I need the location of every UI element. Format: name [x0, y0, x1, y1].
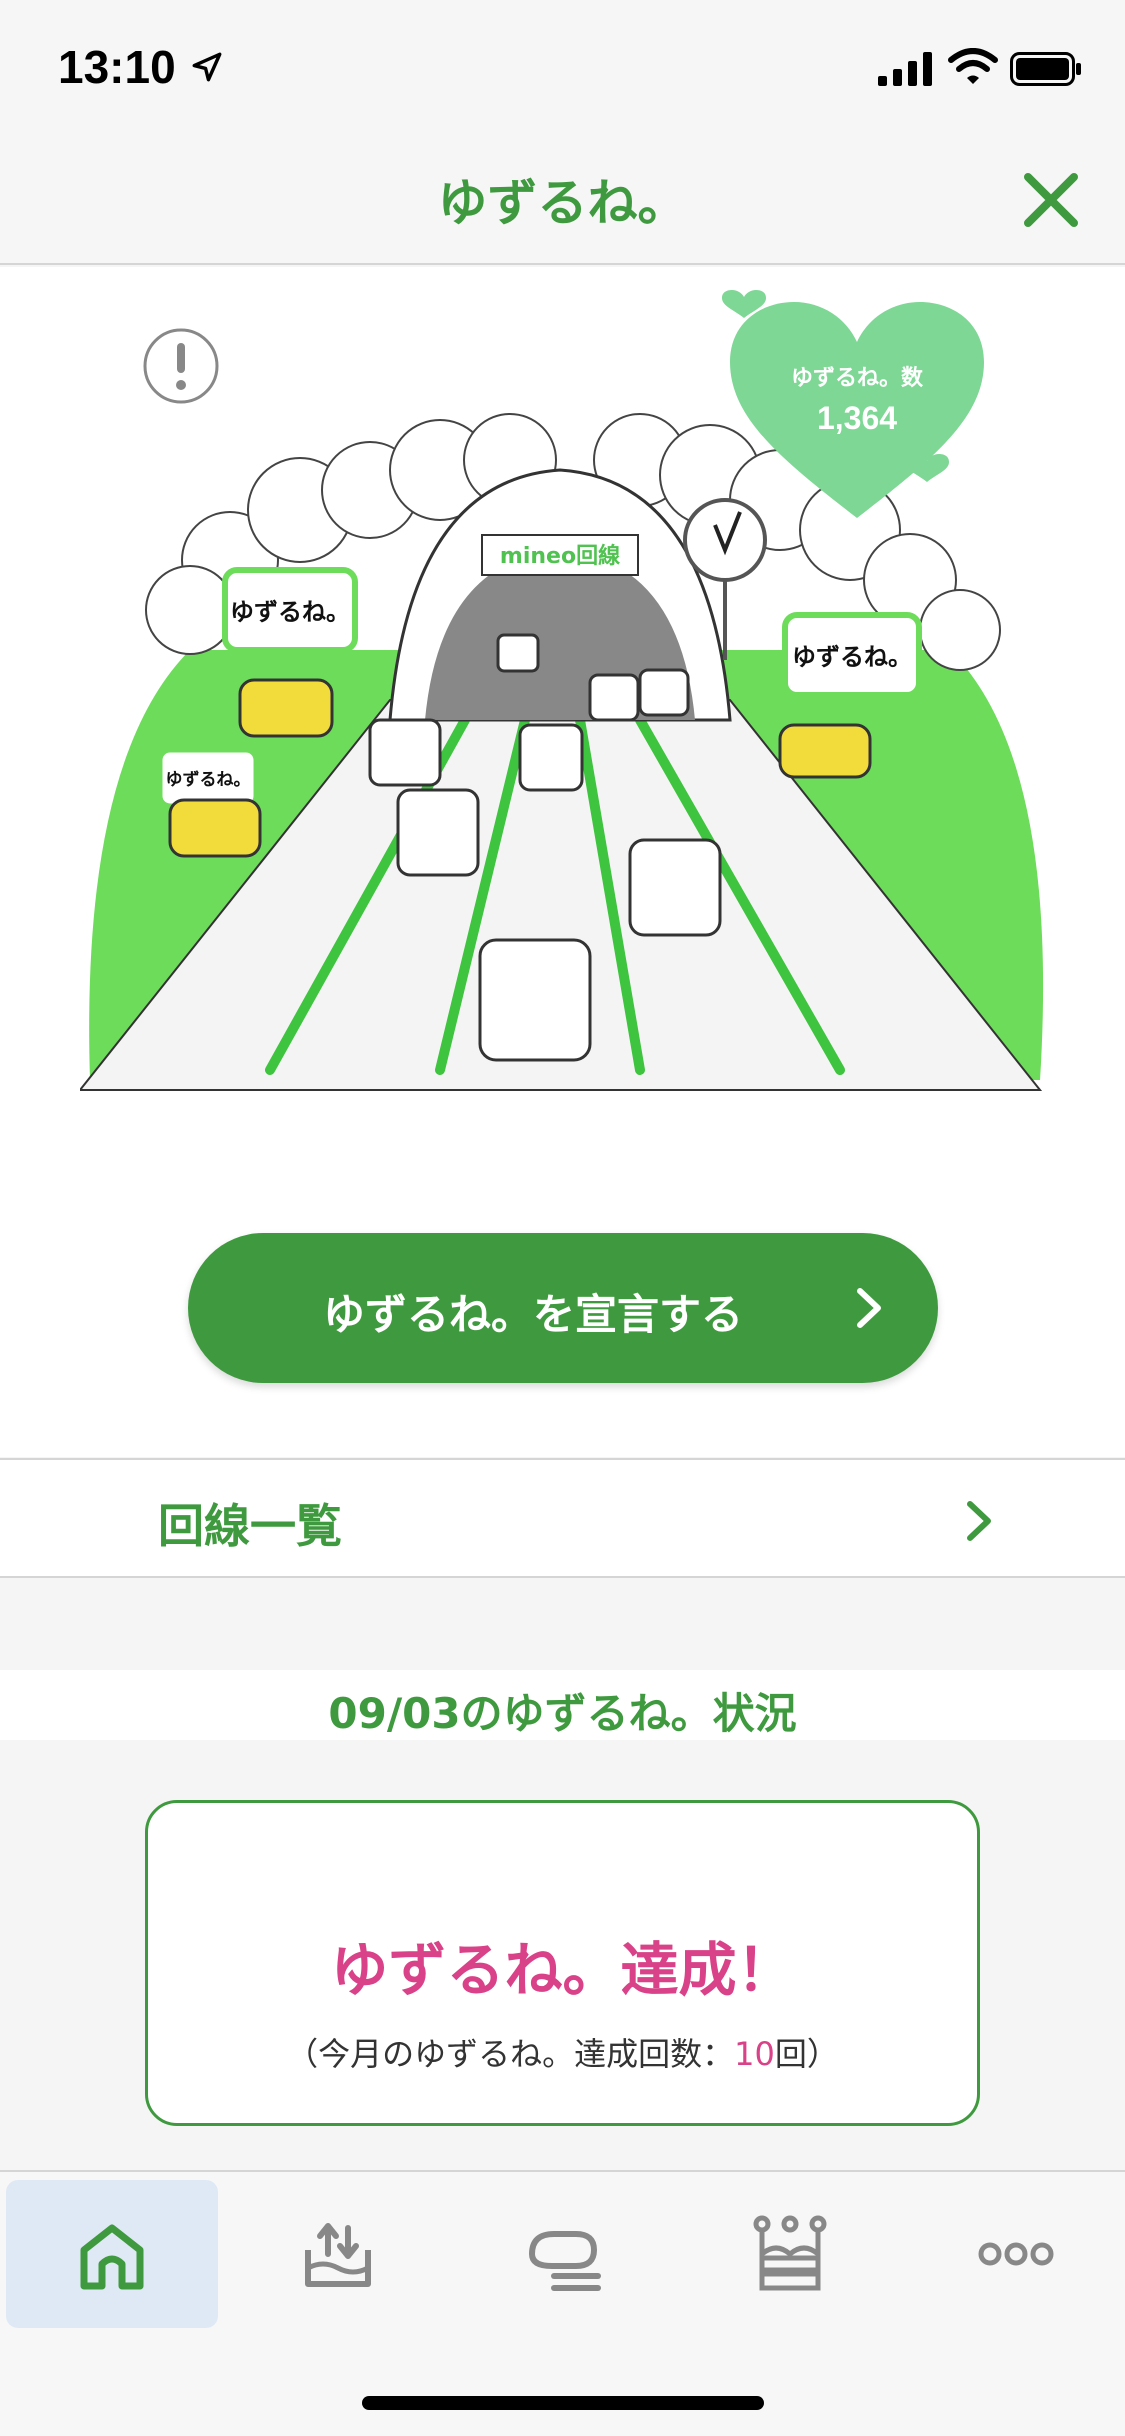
- result-sub-prefix: （今月のゆずるね。達成回数：: [286, 2035, 735, 2073]
- tunnel-sign-text: mineo回線: [500, 543, 620, 569]
- status-date-bar: 09/03のゆずるね。状況: [0, 1670, 1125, 1740]
- crown-icon: [753, 2215, 827, 2291]
- speech-bubble-right: ゆずるね。: [782, 612, 922, 698]
- declare-yuzurune-button[interactable]: ゆずるね。を宣言する: [188, 1233, 938, 1383]
- svg-text:ゆずるね。: ゆずるね。: [792, 643, 912, 671]
- result-subtitle: （今月のゆずるね。達成回数：10回）: [148, 2029, 977, 2075]
- svg-text:ゆずるね。: ゆずるね。: [230, 598, 350, 626]
- home-icon: [80, 2224, 144, 2290]
- heart-count-label: ゆずるね。数: [790, 366, 923, 391]
- location-arrow-icon: [192, 52, 222, 82]
- svg-text:ゆずるね。: ゆずるね。: [166, 770, 251, 790]
- line-list-row[interactable]: 回線一覧: [0, 1458, 1125, 1578]
- status-bar: 13:10: [0, 0, 1125, 135]
- declare-button-label: ゆずるね。を宣言する: [322, 1290, 743, 1339]
- status-time: 13:10: [58, 41, 176, 93]
- line-list-label: 回線一覧: [158, 1499, 342, 1553]
- speech-bubble-small: ゆずるね。: [157, 747, 259, 809]
- cellular-signal-icon: [878, 52, 932, 86]
- chevron-right-icon: [857, 1288, 881, 1328]
- tab-more[interactable]: [910, 2180, 1122, 2328]
- nav-header: ゆずるね。: [0, 135, 1125, 265]
- status-date-title: 09/03のゆずるね。状況: [328, 1689, 797, 1738]
- heart-count-value: 1,364: [816, 400, 898, 436]
- speech-bubble-left: ゆずるね。: [222, 567, 358, 653]
- tab-rewards[interactable]: [684, 2180, 896, 2328]
- more-icon: [978, 2242, 1054, 2266]
- result-sub-suffix: 回）: [774, 2035, 839, 2073]
- result-card: ゆずるね。達成！ （今月のゆずるね。達成回数：10回）: [145, 1800, 980, 2126]
- page-title: ゆずるね。: [437, 174, 688, 232]
- wifi-icon: [948, 48, 998, 84]
- battery-icon: [1010, 52, 1081, 86]
- chat-bubble-icon: [528, 2231, 601, 2291]
- home-indicator: [362, 2396, 764, 2410]
- close-icon[interactable]: [1020, 169, 1082, 231]
- tab-upload[interactable]: [232, 2180, 444, 2328]
- upload-tray-icon: [305, 2223, 371, 2287]
- result-count: 10: [734, 2035, 775, 2073]
- tab-community[interactable]: [458, 2180, 670, 2328]
- tab-home[interactable]: [6, 2180, 218, 2328]
- result-title: ゆずるね。達成！: [330, 1936, 795, 2004]
- chevron-right-icon: [967, 1501, 991, 1541]
